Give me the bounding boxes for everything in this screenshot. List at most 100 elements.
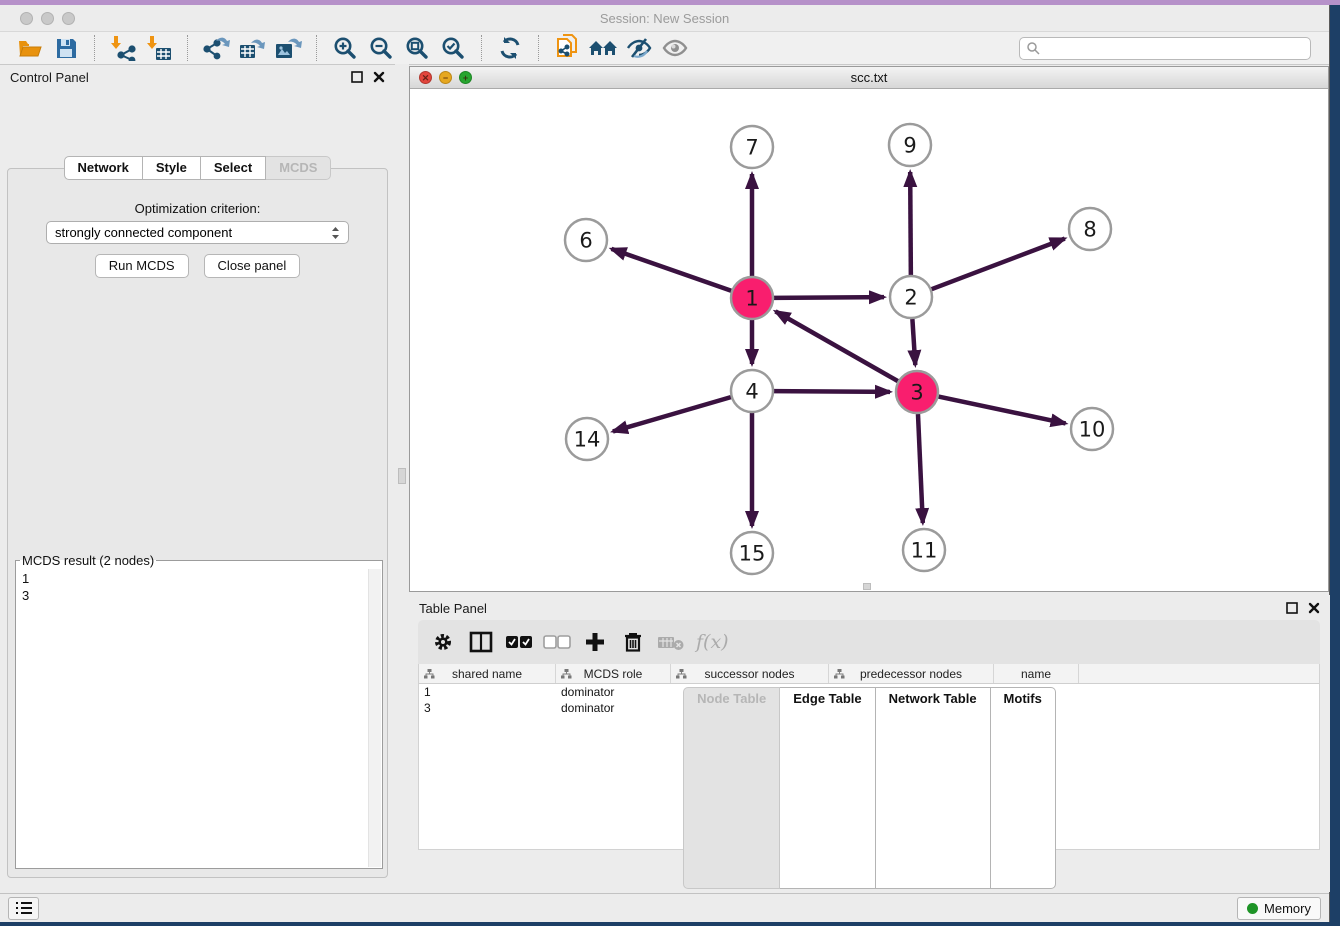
close-window-button[interactable] [20,12,33,25]
tab-style[interactable]: Style [143,156,201,180]
delete-table-icon [657,633,685,651]
close-panel-icon[interactable] [1308,602,1320,614]
graph-node-1[interactable]: 1 [731,277,773,319]
frame-close-button[interactable]: ✕ [419,71,432,84]
edge-3-10[interactable] [939,397,1066,424]
export-table-button[interactable] [234,34,270,62]
graph-node-2[interactable]: 2 [890,276,932,318]
column-header-MCDS-role[interactable]: MCDS role [556,664,671,683]
column-header-shared-name[interactable]: shared name [419,664,556,683]
close-panel-icon[interactable] [373,71,385,83]
delete-columns-button[interactable] [616,626,650,658]
column-label: predecessor nodes [860,667,962,681]
column-header-name[interactable]: name [994,664,1079,683]
delete-table-button[interactable] [654,626,688,658]
columns-icon [469,631,493,653]
tab-network[interactable]: Network [64,156,143,180]
window-title: Session: New Session [0,11,1329,26]
table-options-button[interactable] [426,626,460,658]
float-panel-icon[interactable] [351,71,363,83]
graph-node-11[interactable]: 11 [903,529,945,571]
search-input[interactable] [1040,41,1304,55]
import-network-icon [110,35,136,61]
list-icon [15,901,33,915]
column-header-successor-nodes[interactable]: successor nodes [671,664,829,683]
close-panel-button[interactable]: Close panel [204,254,301,278]
tab-network-table[interactable]: Network Table [876,687,991,889]
export-network-button[interactable] [198,34,234,62]
edge-4-3[interactable] [774,391,890,392]
tab-motifs[interactable]: Motifs [991,687,1056,889]
import-table-icon [146,35,172,61]
result-scrollbar[interactable] [368,569,381,867]
horizontal-splitter-handle[interactable] [863,583,871,590]
zoom-out-button[interactable] [363,34,399,62]
edge-3-11[interactable] [918,414,923,523]
export-image-icon [274,35,302,61]
tab-select[interactable]: Select [201,156,266,180]
zoom-fit-button[interactable] [399,34,435,62]
clone-network-button[interactable] [549,34,585,62]
graph-node-8[interactable]: 8 [1069,208,1111,250]
search-field[interactable] [1019,37,1311,60]
node-label: 7 [745,136,758,160]
edge-2-3[interactable] [912,319,915,365]
function-builder-button[interactable]: f(x) [692,631,729,653]
edge-2-8[interactable] [932,239,1065,290]
unselect-all-columns-button[interactable] [540,626,574,658]
edge-4-14[interactable] [613,397,731,431]
graph-node-6[interactable]: 6 [565,219,607,261]
table-panel-title: Table Panel [419,601,487,616]
graph-node-7[interactable]: 7 [731,126,773,168]
graph-node-15[interactable]: 15 [731,532,773,574]
network-canvas[interactable]: 1 2 3 4 6 7 8 9 10 11 14 15 [410,89,1328,591]
node-label: 3 [910,381,923,405]
tab-node-table[interactable]: Node Table [683,687,780,889]
minimize-window-button[interactable] [41,12,54,25]
frame-maximize-button[interactable]: + [459,71,472,84]
apply-layout-button[interactable] [492,34,528,62]
network-frame-controls: ✕ − + [419,71,472,84]
run-mcds-button[interactable]: Run MCDS [95,254,189,278]
memory-button[interactable]: Memory [1237,897,1321,920]
edge-2-9[interactable] [910,172,911,275]
mcds-result-box: MCDS result (2 nodes) 13 [15,553,383,869]
show-graphics-details-button[interactable] [657,34,693,62]
edge-1-6[interactable] [611,249,731,291]
select-all-columns-button[interactable] [502,626,536,658]
open-session-button[interactable] [12,34,48,62]
show-task-history-button[interactable] [8,897,39,920]
criterion-value: strongly connected component [55,225,232,240]
tab-edge-table[interactable]: Edge Table [780,687,875,889]
export-image-button[interactable] [270,34,306,62]
column-header-predecessor-nodes[interactable]: predecessor nodes [829,664,994,683]
graph-node-4[interactable]: 4 [731,370,773,412]
zoom-fit-icon [404,35,430,61]
hide-panels-button[interactable] [621,34,657,62]
import-table-button[interactable] [141,34,177,62]
save-session-button[interactable] [48,34,84,62]
add-column-button[interactable] [578,626,612,658]
zoom-window-button[interactable] [62,12,75,25]
frame-minimize-button[interactable]: − [439,71,452,84]
float-panel-icon[interactable] [1286,602,1298,614]
splitter-handle[interactable] [398,468,406,484]
criterion-select[interactable]: strongly connected component [46,221,349,244]
graph-node-3[interactable]: 3 [896,371,938,413]
edge-1-2[interactable] [774,297,884,298]
graph-node-14[interactable]: 14 [566,418,608,460]
node-label: 11 [911,539,938,563]
graph-node-9[interactable]: 9 [889,124,931,166]
panel-splitter[interactable] [395,64,409,892]
column-label: shared name [452,667,522,681]
zoom-selected-button[interactable] [435,34,471,62]
graph-node-10[interactable]: 10 [1071,408,1113,450]
show-column-panel-button[interactable] [464,626,498,658]
zoom-in-button[interactable] [327,34,363,62]
optimization-criterion-label: Optimization criterion: [8,201,387,216]
result-line: 1 [16,570,368,587]
edge-3-1[interactable] [775,311,897,381]
first-neighbors-button[interactable] [585,34,621,62]
tab-mcds[interactable]: MCDS [266,156,331,180]
import-network-button[interactable] [105,34,141,62]
